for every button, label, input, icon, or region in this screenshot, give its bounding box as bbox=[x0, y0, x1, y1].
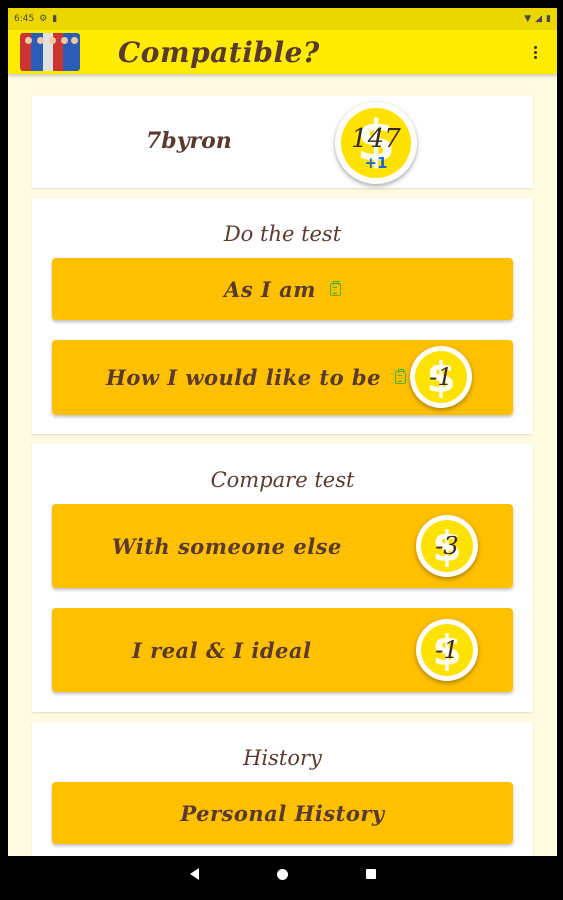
someone-else-button[interactable]: With someone else $ -3 bbox=[52, 504, 513, 588]
cost-value: -1 bbox=[435, 636, 459, 664]
real-ideal-label: I real & I ideal bbox=[132, 637, 312, 663]
coin-balance[interactable]: $ 147 +1 bbox=[335, 102, 417, 184]
battery-icon: ▮ bbox=[546, 13, 551, 24]
cost-coin: $ -1 bbox=[410, 346, 472, 408]
section-title-compare: Compare test bbox=[210, 468, 355, 492]
app-title: Compatible? bbox=[118, 35, 320, 69]
user-card: 7byron $ 147 +1 bbox=[32, 96, 533, 188]
clipboard-icon bbox=[394, 369, 406, 384]
history-card: History Personal History bbox=[32, 722, 533, 856]
would-like-label: How I would like to be bbox=[106, 365, 381, 390]
would-like-button[interactable]: How I would like to be $ -1 bbox=[52, 340, 513, 415]
section-title-do-test: Do the test bbox=[223, 222, 342, 246]
cost-coin: $ -3 bbox=[416, 515, 478, 577]
status-bar: 6:45 ⚙ ▮ ▼ ◢ ▮ bbox=[8, 8, 557, 30]
personal-history-label: Personal History bbox=[180, 800, 385, 826]
back-icon[interactable] bbox=[189, 868, 199, 880]
real-ideal-button[interactable]: I real & I ideal $ -1 bbox=[52, 608, 513, 692]
device-screen: 6:45 ⚙ ▮ ▼ ◢ ▮ Compatible? 7byron $ 147 … bbox=[8, 8, 557, 892]
username: 7byron bbox=[146, 128, 232, 154]
clipboard-icon bbox=[329, 280, 341, 296]
system-nav-bar bbox=[8, 856, 557, 892]
personal-history-button[interactable]: Personal History bbox=[52, 782, 513, 844]
coin-balance-value: 147 bbox=[351, 124, 401, 154]
home-icon[interactable] bbox=[276, 868, 288, 880]
main-content[interactable]: 7byron $ 147 +1 Do the test As I am How … bbox=[8, 74, 557, 856]
more-vert-icon[interactable] bbox=[527, 41, 543, 63]
coin-delta: +1 bbox=[364, 154, 388, 172]
sim-icon: ▮ bbox=[52, 13, 58, 24]
settings-icon: ⚙ bbox=[39, 13, 48, 24]
compare-test-card: Compare test With someone else $ -3 I re… bbox=[32, 444, 533, 712]
status-time: 6:45 bbox=[14, 14, 35, 24]
wifi-icon: ▼ bbox=[524, 13, 532, 24]
cost-coin: $ -1 bbox=[416, 619, 478, 681]
recents-icon[interactable] bbox=[365, 869, 376, 879]
app-logo bbox=[20, 33, 80, 71]
cost-value: -1 bbox=[429, 363, 453, 391]
cost-value: -3 bbox=[435, 532, 459, 560]
app-bar: Compatible? bbox=[8, 30, 557, 74]
do-test-card: Do the test As I am How I would like to … bbox=[32, 198, 533, 434]
someone-else-label: With someone else bbox=[112, 533, 342, 559]
as-i-am-button[interactable]: As I am bbox=[52, 258, 513, 320]
as-i-am-label: As I am bbox=[224, 276, 316, 302]
signal-icon: ◢ bbox=[535, 13, 543, 24]
section-title-history: History bbox=[243, 746, 322, 770]
